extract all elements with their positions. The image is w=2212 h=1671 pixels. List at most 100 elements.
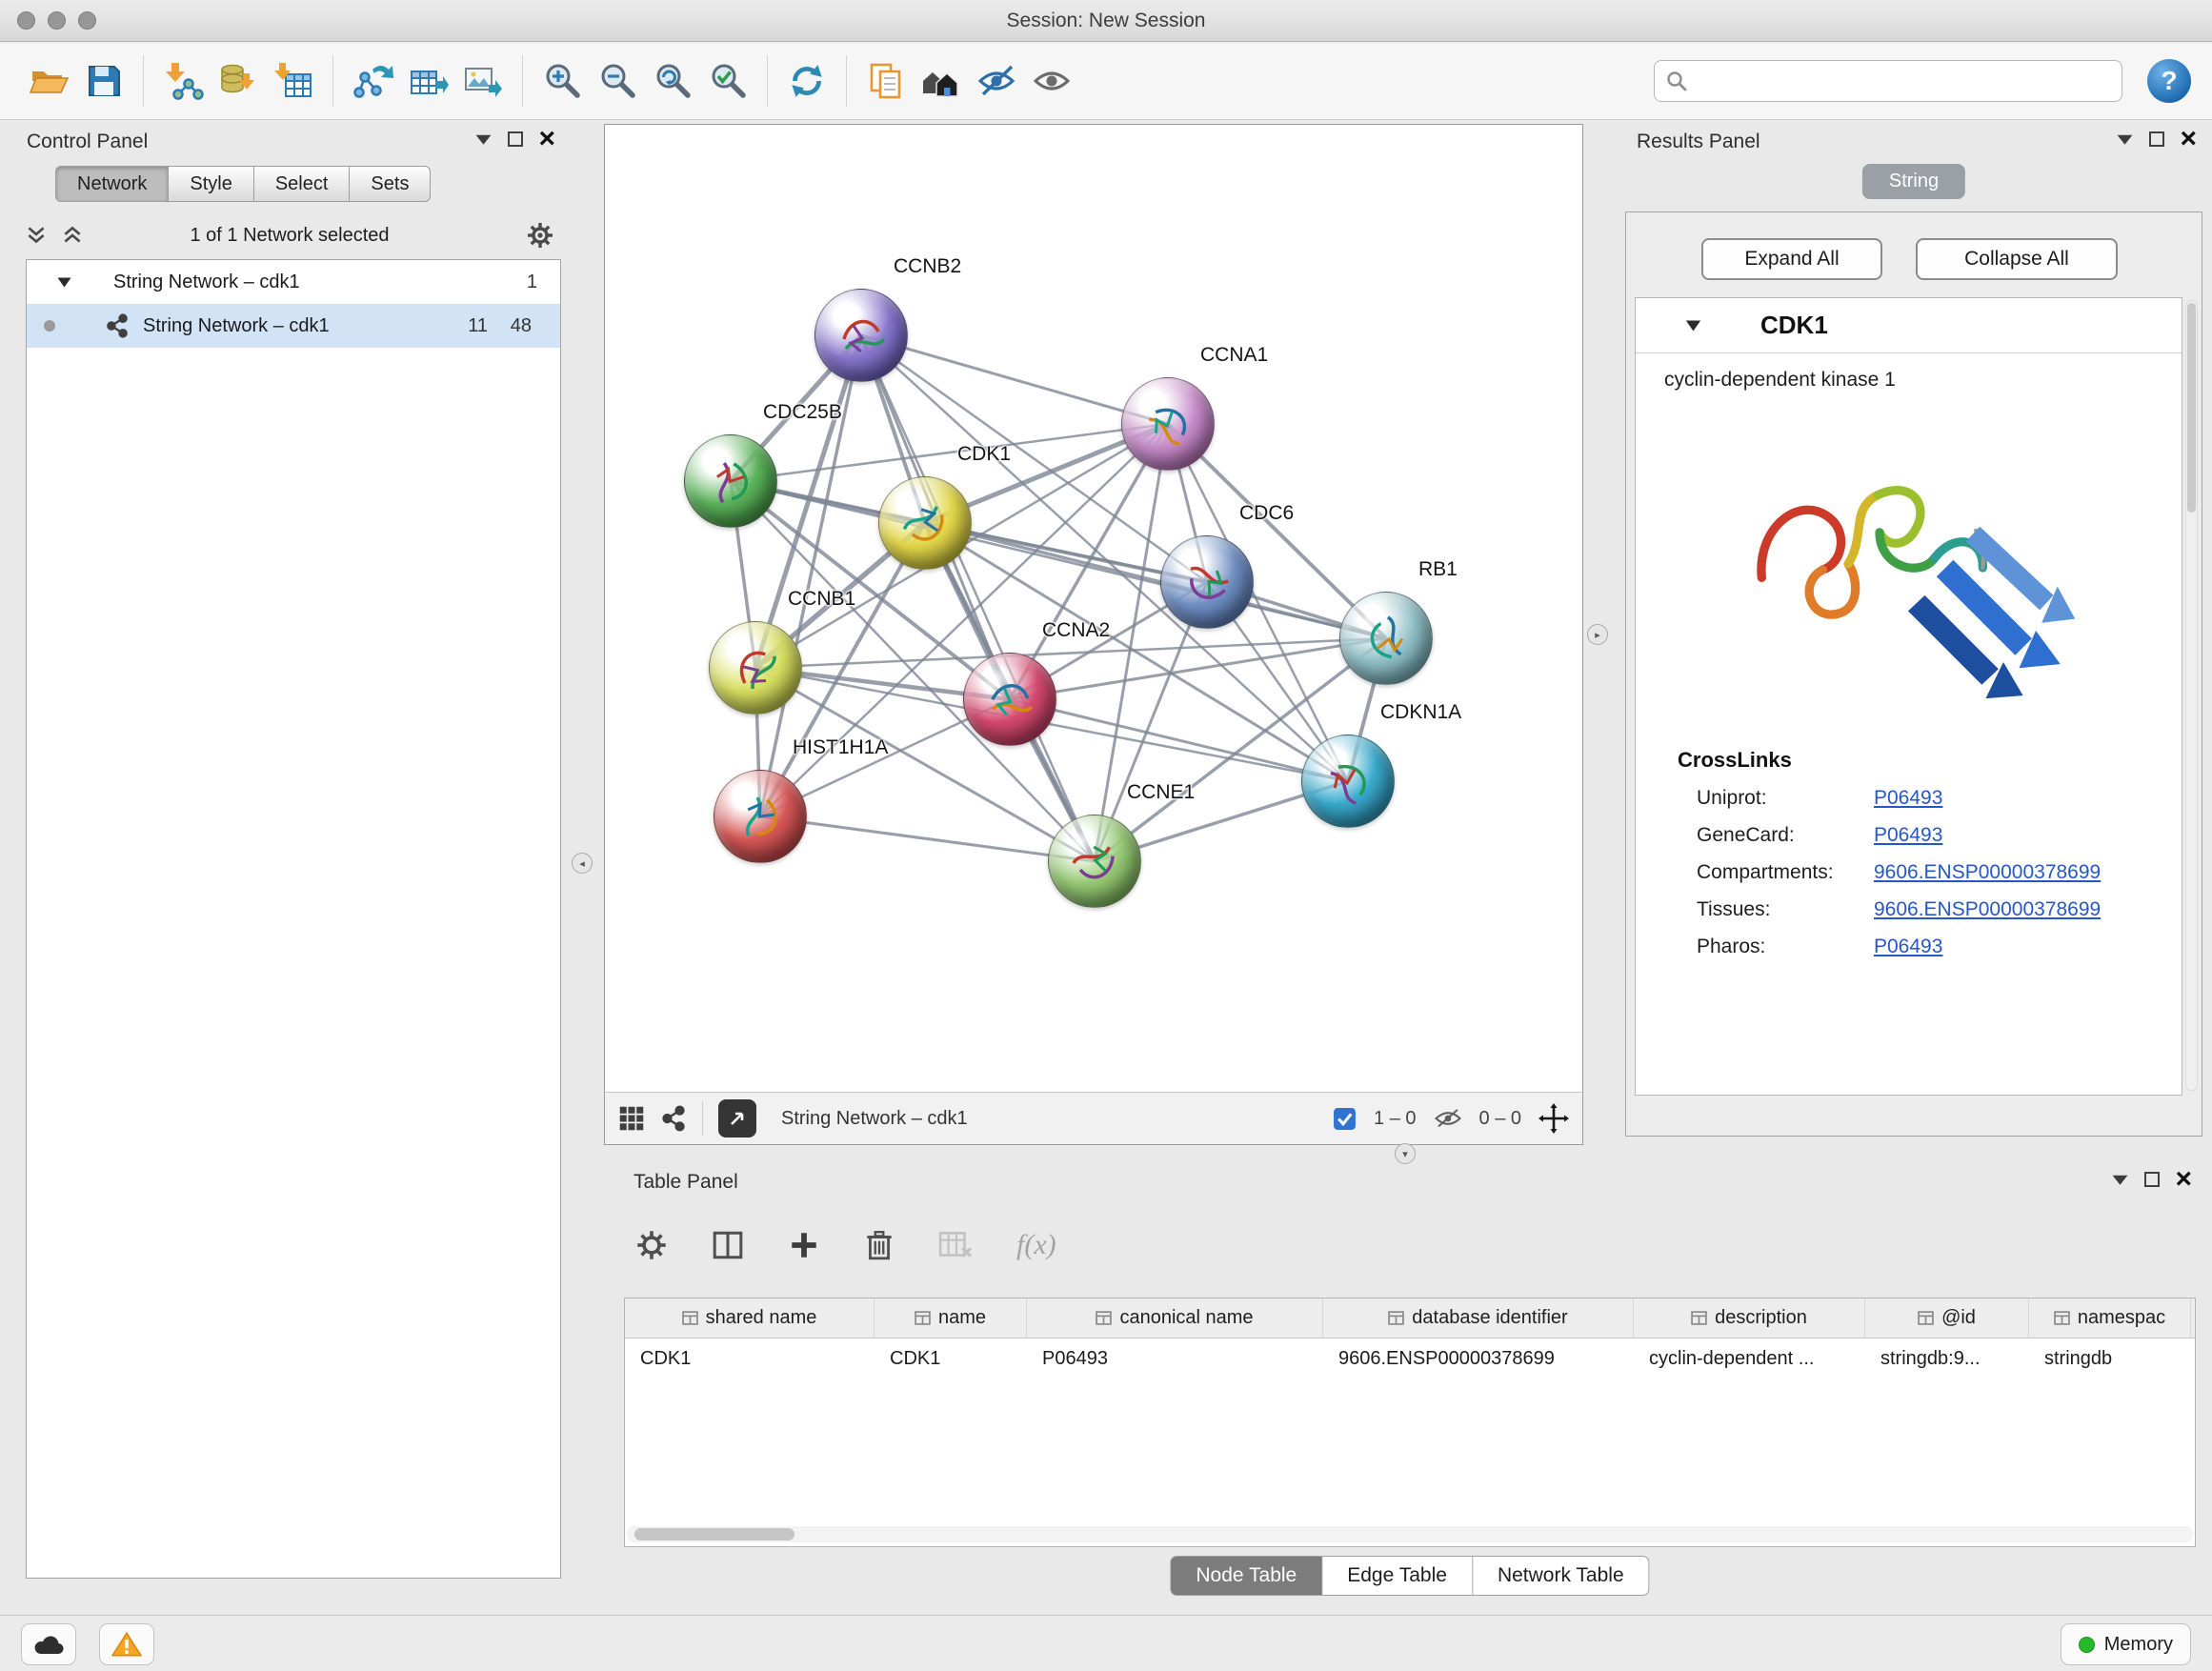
- panel-float-icon[interactable]: [508, 131, 523, 147]
- tab-network-table[interactable]: Network Table: [1473, 1556, 1650, 1596]
- zoom-out-button[interactable]: [590, 50, 645, 112]
- delete-table-icon[interactable]: [938, 1230, 973, 1260]
- panel-menu-icon[interactable]: [2111, 1174, 2129, 1186]
- open-session-button[interactable]: [21, 50, 76, 112]
- export-table-button[interactable]: [400, 50, 455, 112]
- bottom-splitter-handle[interactable]: ▾: [1395, 1143, 1416, 1164]
- column-header--id[interactable]: @id: [1865, 1299, 2029, 1338]
- tab-network[interactable]: Network: [55, 166, 169, 202]
- gene-card-header[interactable]: CDK1: [1636, 298, 2182, 353]
- tab-string[interactable]: String: [1862, 164, 1965, 199]
- minimize-window-button[interactable]: [48, 11, 66, 30]
- zoom-in-button[interactable]: [534, 50, 590, 112]
- maximize-window-button[interactable]: [78, 11, 96, 30]
- network-canvas[interactable]: CCNB2CCNA1CDC25BCDK1CDC6RB1CCNB1CCNA2CDK…: [605, 125, 1582, 1092]
- search-box[interactable]: [1654, 60, 2122, 102]
- function-builder-icon[interactable]: f(x): [1016, 1229, 1056, 1261]
- expand-all-button[interactable]: Expand All: [1701, 238, 1882, 280]
- column-header-canonical-name[interactable]: canonical name: [1027, 1299, 1323, 1338]
- column-header-namespac[interactable]: namespac: [2029, 1299, 2191, 1338]
- panel-close-icon[interactable]: ×: [2180, 131, 2197, 148]
- table-settings-gear-icon[interactable]: [635, 1229, 668, 1261]
- import-network-file-button[interactable]: [155, 50, 211, 112]
- table-scrollbar-thumb[interactable]: [634, 1528, 794, 1540]
- panel-close-icon[interactable]: ×: [538, 131, 555, 148]
- crosslink-link-uniprot[interactable]: P06493: [1874, 787, 1942, 810]
- save-session-button[interactable]: [76, 50, 131, 112]
- network-node-CCNA1[interactable]: [1121, 377, 1215, 471]
- crosslink-link-genecard[interactable]: P06493: [1874, 824, 1942, 847]
- tab-node-table[interactable]: Node Table: [1170, 1556, 1322, 1596]
- column-header-description[interactable]: description: [1634, 1299, 1865, 1338]
- open-in-browser-button[interactable]: [718, 1099, 756, 1137]
- network-row[interactable]: String Network – cdk1 11 48: [27, 304, 560, 348]
- network-node-CDK1[interactable]: [878, 476, 972, 570]
- export-image-button[interactable]: [455, 50, 511, 112]
- tab-select[interactable]: Select: [254, 166, 351, 202]
- network-node-CDC6[interactable]: [1160, 535, 1254, 629]
- panel-menu-icon[interactable]: [2116, 133, 2134, 146]
- import-network-database-button[interactable]: [211, 50, 266, 112]
- network-node-HIST1H1A[interactable]: [714, 770, 807, 863]
- crosslink-link-compartments[interactable]: 9606.ENSP00000378699: [1874, 861, 2101, 884]
- memory-button[interactable]: Memory: [2061, 1623, 2191, 1665]
- panel-close-icon[interactable]: ×: [2175, 1171, 2192, 1188]
- close-window-button[interactable]: [17, 11, 35, 30]
- network-node-CCNB2[interactable]: [814, 289, 908, 382]
- export-network-button[interactable]: [345, 50, 400, 112]
- disclosure-triangle-icon[interactable]: [57, 277, 71, 288]
- import-table-button[interactable]: [266, 50, 321, 112]
- network-overview-button[interactable]: [914, 50, 969, 112]
- results-scrollbar[interactable]: [2185, 300, 2198, 1091]
- network-view[interactable]: CCNB2CCNA1CDC25BCDK1CDC6RB1CCNB1CCNA2CDK…: [604, 124, 1583, 1145]
- warnings-button[interactable]: [99, 1623, 154, 1665]
- table-cell[interactable]: cyclin-dependent ...: [1634, 1339, 1865, 1379]
- hidden-eye-icon[interactable]: [1434, 1107, 1462, 1130]
- clone-network-button[interactable]: [858, 50, 914, 112]
- panel-float-icon[interactable]: [2149, 131, 2164, 147]
- right-splitter-handle[interactable]: ▸: [1587, 624, 1608, 645]
- panel-menu-icon[interactable]: [474, 133, 493, 146]
- zoom-fit-button[interactable]: [645, 50, 700, 112]
- zoom-selected-button[interactable]: [700, 50, 755, 112]
- table-cell[interactable]: CDK1: [875, 1339, 1027, 1379]
- table-cell[interactable]: stringdb:9...: [1865, 1339, 2029, 1379]
- results-scrollbar-thumb[interactable]: [2187, 303, 2196, 513]
- column-header-database-identifier[interactable]: database identifier: [1323, 1299, 1634, 1338]
- collapse-all-button[interactable]: Collapse All: [1916, 238, 2118, 280]
- left-splitter-handle[interactable]: ◂: [572, 853, 593, 874]
- tab-sets[interactable]: Sets: [350, 166, 431, 202]
- tab-style[interactable]: Style: [169, 166, 253, 202]
- network-node-CCNB1[interactable]: [709, 621, 802, 715]
- panel-float-icon[interactable]: [2144, 1172, 2160, 1187]
- table-cell[interactable]: CDK1: [625, 1339, 875, 1379]
- refresh-network-button[interactable]: [779, 50, 835, 112]
- column-header-shared-name[interactable]: shared name: [625, 1299, 875, 1338]
- disclosure-triangle-icon[interactable]: [1685, 320, 1701, 332]
- delete-column-icon[interactable]: [864, 1229, 895, 1261]
- crosslink-link-pharos[interactable]: P06493: [1874, 936, 1942, 958]
- network-node-RB1[interactable]: [1339, 592, 1433, 685]
- table-cell[interactable]: 9606.ENSP00000378699: [1323, 1339, 1634, 1379]
- network-node-CDKN1A[interactable]: [1301, 735, 1395, 828]
- table-cell[interactable]: P06493: [1027, 1339, 1323, 1379]
- tab-edge-table[interactable]: Edge Table: [1322, 1556, 1473, 1596]
- search-input[interactable]: [1697, 70, 2110, 92]
- cloud-status-button[interactable]: [21, 1623, 76, 1665]
- network-node-CCNE1[interactable]: [1048, 815, 1141, 908]
- table-cell[interactable]: stringdb: [2029, 1339, 2191, 1379]
- pan-crosshair-icon[interactable]: [1538, 1103, 1569, 1134]
- crosslink-link-tissues[interactable]: 9606.ENSP00000378699: [1874, 898, 2101, 921]
- grid-view-icon[interactable]: [618, 1105, 645, 1132]
- network-collection-row[interactable]: String Network – cdk1 1: [27, 260, 560, 304]
- help-button[interactable]: ?: [2147, 59, 2191, 103]
- network-node-CCNA2[interactable]: [963, 653, 1056, 746]
- network-node-CDC25B[interactable]: [684, 434, 777, 528]
- column-header-name[interactable]: name: [875, 1299, 1027, 1338]
- show-columns-icon[interactable]: [712, 1229, 744, 1261]
- show-graphics-details-button[interactable]: [1024, 50, 1079, 112]
- hide-graphics-details-button[interactable]: [969, 50, 1024, 112]
- add-column-icon[interactable]: [788, 1229, 820, 1261]
- selected-checkbox-icon[interactable]: [1333, 1107, 1357, 1131]
- share-network-icon[interactable]: [660, 1105, 687, 1132]
